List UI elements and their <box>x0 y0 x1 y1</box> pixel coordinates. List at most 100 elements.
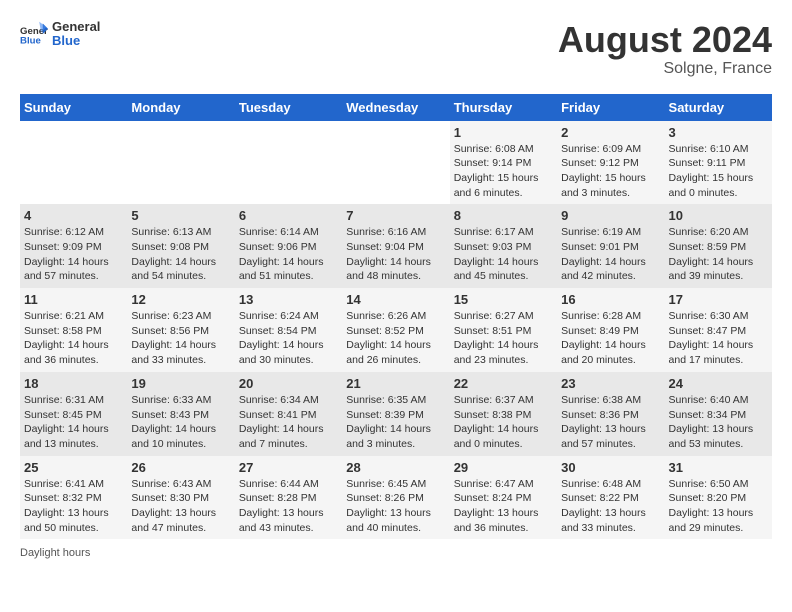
day-info: Sunrise: 6:28 AM Sunset: 8:49 PM Dayligh… <box>561 309 660 368</box>
calendar-day-cell: 18 Sunrise: 6:31 AM Sunset: 8:45 PM Dayli… <box>20 372 127 456</box>
day-number: 14 <box>346 292 445 307</box>
footer: Daylight hours <box>20 547 772 559</box>
day-info: Sunrise: 6:37 AM Sunset: 8:38 PM Dayligh… <box>454 393 553 452</box>
daylight-hours-label: Daylight hours <box>20 547 90 559</box>
day-number: 8 <box>454 208 553 223</box>
day-number: 21 <box>346 376 445 391</box>
svg-text:Blue: Blue <box>20 36 41 47</box>
calendar-day-cell <box>20 121 127 205</box>
day-info: Sunrise: 6:38 AM Sunset: 8:36 PM Dayligh… <box>561 393 660 452</box>
calendar-day-cell: 28 Sunrise: 6:45 AM Sunset: 8:26 PM Dayli… <box>342 456 449 540</box>
day-info: Sunrise: 6:24 AM Sunset: 8:54 PM Dayligh… <box>239 309 338 368</box>
day-number: 18 <box>24 376 123 391</box>
logo-general-text: General <box>52 20 100 34</box>
day-info: Sunrise: 6:10 AM Sunset: 9:11 PM Dayligh… <box>669 142 768 201</box>
day-number: 9 <box>561 208 660 223</box>
day-number: 2 <box>561 125 660 140</box>
page-header: General Blue General Blue August 2024 So… <box>20 20 772 78</box>
calendar-week-row: 25 Sunrise: 6:41 AM Sunset: 8:32 PM Dayli… <box>20 456 772 540</box>
day-of-week-header: Monday <box>127 94 234 121</box>
day-info: Sunrise: 6:08 AM Sunset: 9:14 PM Dayligh… <box>454 142 553 201</box>
day-info: Sunrise: 6:20 AM Sunset: 8:59 PM Dayligh… <box>669 225 768 284</box>
calendar-day-cell: 4 Sunrise: 6:12 AM Sunset: 9:09 PM Daylig… <box>20 204 127 288</box>
day-info: Sunrise: 6:35 AM Sunset: 8:39 PM Dayligh… <box>346 393 445 452</box>
day-info: Sunrise: 6:43 AM Sunset: 8:30 PM Dayligh… <box>131 477 230 536</box>
day-info: Sunrise: 6:21 AM Sunset: 8:58 PM Dayligh… <box>24 309 123 368</box>
day-number: 6 <box>239 208 338 223</box>
calendar-day-cell: 2 Sunrise: 6:09 AM Sunset: 9:12 PM Daylig… <box>557 121 664 205</box>
day-number: 23 <box>561 376 660 391</box>
calendar-day-cell: 13 Sunrise: 6:24 AM Sunset: 8:54 PM Dayli… <box>235 288 342 372</box>
day-number: 7 <box>346 208 445 223</box>
day-number: 11 <box>24 292 123 307</box>
day-number: 22 <box>454 376 553 391</box>
day-info: Sunrise: 6:47 AM Sunset: 8:24 PM Dayligh… <box>454 477 553 536</box>
day-info: Sunrise: 6:26 AM Sunset: 8:52 PM Dayligh… <box>346 309 445 368</box>
day-info: Sunrise: 6:12 AM Sunset: 9:09 PM Dayligh… <box>24 225 123 284</box>
day-of-week-header: Tuesday <box>235 94 342 121</box>
day-number: 27 <box>239 460 338 475</box>
calendar-week-row: 1 Sunrise: 6:08 AM Sunset: 9:14 PM Daylig… <box>20 121 772 205</box>
location-subtitle: Solgne, France <box>558 60 772 78</box>
title-block: August 2024 Solgne, France <box>558 20 772 78</box>
day-of-week-header: Wednesday <box>342 94 449 121</box>
day-number: 13 <box>239 292 338 307</box>
day-info: Sunrise: 6:48 AM Sunset: 8:22 PM Dayligh… <box>561 477 660 536</box>
calendar-week-row: 11 Sunrise: 6:21 AM Sunset: 8:58 PM Dayli… <box>20 288 772 372</box>
day-info: Sunrise: 6:50 AM Sunset: 8:20 PM Dayligh… <box>669 477 768 536</box>
calendar-day-cell: 16 Sunrise: 6:28 AM Sunset: 8:49 PM Dayli… <box>557 288 664 372</box>
day-number: 5 <box>131 208 230 223</box>
calendar-day-cell: 26 Sunrise: 6:43 AM Sunset: 8:30 PM Dayli… <box>127 456 234 540</box>
day-info: Sunrise: 6:14 AM Sunset: 9:06 PM Dayligh… <box>239 225 338 284</box>
day-info: Sunrise: 6:30 AM Sunset: 8:47 PM Dayligh… <box>669 309 768 368</box>
day-info: Sunrise: 6:27 AM Sunset: 8:51 PM Dayligh… <box>454 309 553 368</box>
calendar-day-cell: 27Sunrise: 6:44 AM Sunset: 8:28 PM Dayli… <box>235 456 342 540</box>
day-number: 10 <box>669 208 768 223</box>
day-info: Sunrise: 6:09 AM Sunset: 9:12 PM Dayligh… <box>561 142 660 201</box>
calendar-day-cell <box>342 121 449 205</box>
day-of-week-header: Sunday <box>20 94 127 121</box>
calendar-day-cell: 20Sunrise: 6:34 AM Sunset: 8:41 PM Dayli… <box>235 372 342 456</box>
day-info: Sunrise: 6:19 AM Sunset: 9:01 PM Dayligh… <box>561 225 660 284</box>
calendar-day-cell: 3Sunrise: 6:10 AM Sunset: 9:11 PM Daylig… <box>665 121 772 205</box>
day-number: 15 <box>454 292 553 307</box>
calendar-day-cell: 6 Sunrise: 6:14 AM Sunset: 9:06 PM Daylig… <box>235 204 342 288</box>
day-number: 29 <box>454 460 553 475</box>
day-number: 20 <box>239 376 338 391</box>
calendar-day-cell: 19 Sunrise: 6:33 AM Sunset: 8:43 PM Dayli… <box>127 372 234 456</box>
calendar-day-cell: 12Sunrise: 6:23 AM Sunset: 8:56 PM Dayli… <box>127 288 234 372</box>
day-number: 19 <box>131 376 230 391</box>
day-number: 17 <box>669 292 768 307</box>
generalblue-logo-icon: General Blue <box>20 20 48 48</box>
logo-blue-text: Blue <box>52 34 100 48</box>
day-info: Sunrise: 6:31 AM Sunset: 8:45 PM Dayligh… <box>24 393 123 452</box>
calendar-day-cell: 25 Sunrise: 6:41 AM Sunset: 8:32 PM Dayli… <box>20 456 127 540</box>
day-number: 16 <box>561 292 660 307</box>
day-info: Sunrise: 6:45 AM Sunset: 8:26 PM Dayligh… <box>346 477 445 536</box>
day-info: Sunrise: 6:33 AM Sunset: 8:43 PM Dayligh… <box>131 393 230 452</box>
calendar-day-cell: 10 Sunrise: 6:20 AM Sunset: 8:59 PM Dayli… <box>665 204 772 288</box>
calendar-day-cell: 11 Sunrise: 6:21 AM Sunset: 8:58 PM Dayli… <box>20 288 127 372</box>
day-number: 25 <box>24 460 123 475</box>
calendar-week-row: 4 Sunrise: 6:12 AM Sunset: 9:09 PM Daylig… <box>20 204 772 288</box>
day-number: 26 <box>131 460 230 475</box>
day-of-week-header: Saturday <box>665 94 772 121</box>
calendar-day-cell: 8Sunrise: 6:17 AM Sunset: 9:03 PM Daylig… <box>450 204 557 288</box>
calendar-day-cell: 9 Sunrise: 6:19 AM Sunset: 9:01 PM Daylig… <box>557 204 664 288</box>
day-info: Sunrise: 6:16 AM Sunset: 9:04 PM Dayligh… <box>346 225 445 284</box>
day-number: 30 <box>561 460 660 475</box>
calendar-day-cell: 31 Sunrise: 6:50 AM Sunset: 8:20 PM Dayli… <box>665 456 772 540</box>
calendar-day-cell: 1 Sunrise: 6:08 AM Sunset: 9:14 PM Daylig… <box>450 121 557 205</box>
day-number: 31 <box>669 460 768 475</box>
day-number: 4 <box>24 208 123 223</box>
calendar-day-cell: 7 Sunrise: 6:16 AM Sunset: 9:04 PM Daylig… <box>342 204 449 288</box>
calendar-day-cell: 14 Sunrise: 6:26 AM Sunset: 8:52 PM Dayli… <box>342 288 449 372</box>
calendar-day-cell: 21 Sunrise: 6:35 AM Sunset: 8:39 PM Dayli… <box>342 372 449 456</box>
day-number: 1 <box>454 125 553 140</box>
day-number: 28 <box>346 460 445 475</box>
day-info: Sunrise: 6:40 AM Sunset: 8:34 PM Dayligh… <box>669 393 768 452</box>
calendar-day-cell: 29 Sunrise: 6:47 AM Sunset: 8:24 PM Dayli… <box>450 456 557 540</box>
day-info: Sunrise: 6:13 AM Sunset: 9:08 PM Dayligh… <box>131 225 230 284</box>
calendar-table: SundayMondayTuesdayWednesdayThursdayFrid… <box>20 94 772 540</box>
day-info: Sunrise: 6:41 AM Sunset: 8:32 PM Dayligh… <box>24 477 123 536</box>
